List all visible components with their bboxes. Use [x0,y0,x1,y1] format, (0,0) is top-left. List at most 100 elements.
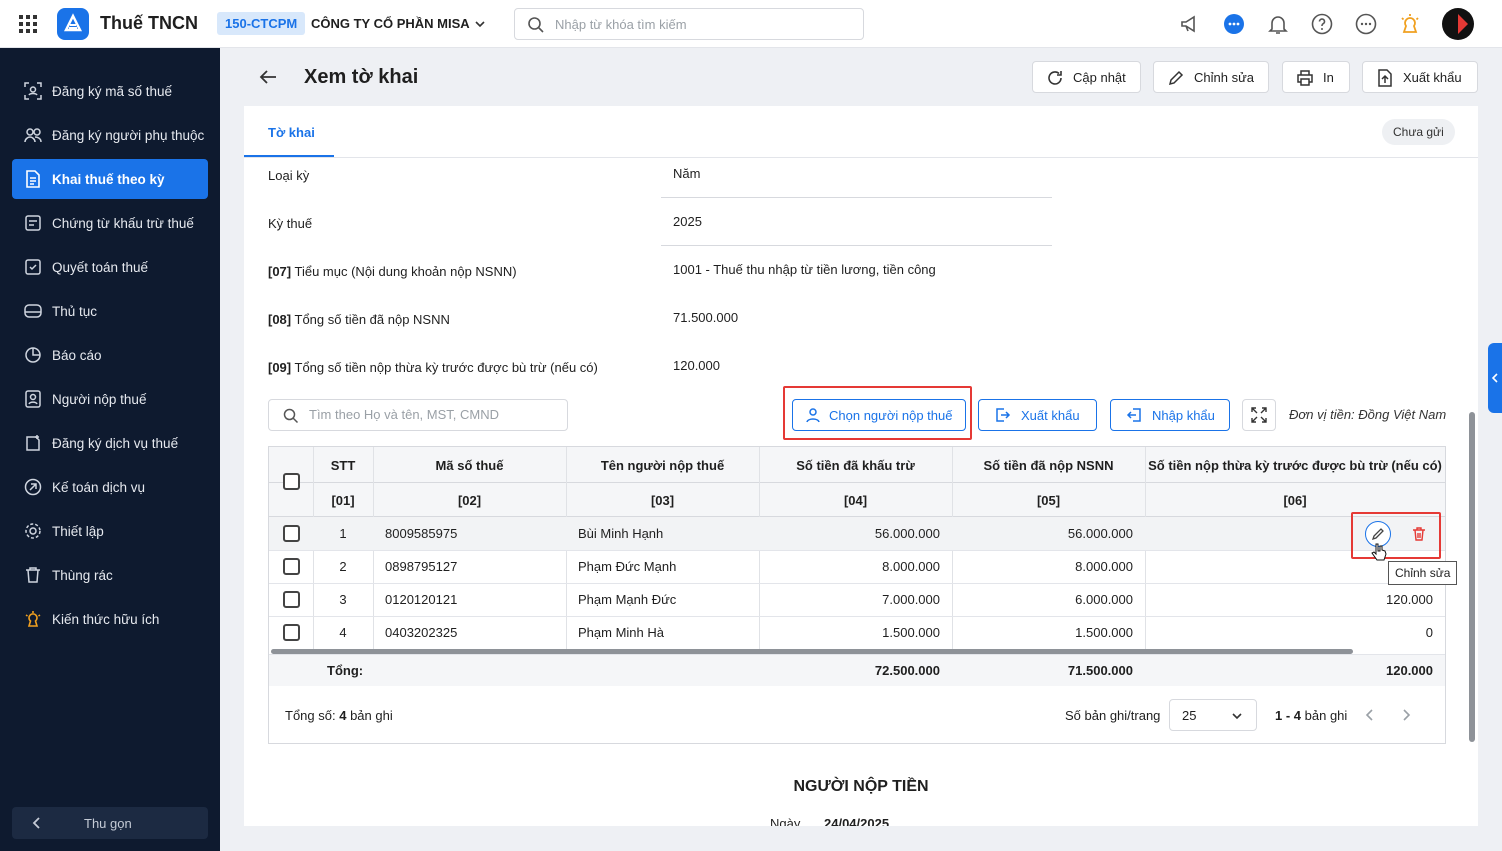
idea-icon[interactable] [1398,12,1422,36]
export-button[interactable]: Xuất khẩu [1362,61,1478,93]
sidebar-item-service-accounting[interactable]: Kế toán dịch vụ [12,467,208,507]
sidebar-item-label: Đăng ký dịch vụ thuế [52,435,179,451]
collapse-label: Thu gọn [84,816,132,831]
signature-date: 24/04/2025 [824,816,890,826]
printer-icon [1297,70,1313,86]
range-value: 1 - 4 [1275,707,1302,723]
sidebar-item-procedures[interactable]: Thủ tục [12,291,208,331]
code-01: [01] [331,492,355,508]
field-code: [09] [268,360,292,375]
print-button[interactable]: In [1282,61,1350,93]
report-icon [25,347,41,363]
sidebar-item-trash[interactable]: Thùng rác [12,555,208,595]
sidebar-item-label: Người nộp thuế [52,391,147,407]
total-withheld: 72.500.000 [874,663,940,678]
app-logo[interactable] [57,8,89,40]
company-code-badge: 150-CTCPM [217,12,306,35]
trash-icon [1413,527,1425,541]
import-button[interactable]: Nhập khẩu [1110,399,1230,431]
back-arrow-icon[interactable] [258,67,278,87]
cell-stt: 1 [339,526,347,541]
cell-withheld: 7.000.000 [882,592,940,607]
cell-name: Bùi Minh Hạnh [578,526,664,541]
sidebar-item-periodic-declaration[interactable]: Khai thuế theo kỳ [12,159,208,199]
chat-icon[interactable] [1222,12,1246,36]
header-stt[interactable]: STT [313,447,373,483]
header-paid[interactable]: Số tiền đã nộp NSNN [952,447,1145,483]
refresh-icon [1048,71,1062,85]
table-search-input[interactable] [309,407,559,422]
header-withheld[interactable]: Số tiền đã khấu trừ [759,447,952,483]
cell-stt: 4 [339,625,347,640]
cell-name: Phạm Đức Mạnh [578,559,677,574]
sidebar-item-taxpayers[interactable]: Người nộp thuế [12,379,208,419]
field-label-text: Tổng số tiền đã nộp NSNN [294,312,450,327]
apps-grid-icon[interactable] [18,14,38,34]
edit-label: Chỉnh sửa [1194,69,1255,85]
refresh-button[interactable]: Cập nhật [1032,61,1141,93]
cell-offset: 120.000 [1386,592,1433,607]
cell-stt: 2 [339,559,347,574]
help-icon[interactable] [1310,12,1334,36]
vertical-scrollbar[interactable] [1469,412,1475,742]
row-checkbox[interactable] [283,558,300,575]
edit-button[interactable]: Chỉnh sửa [1153,61,1269,93]
collapse-sidebar-button[interactable]: Thu gọn [12,807,208,839]
total-records: Tổng số: 4 bản ghi [285,699,393,731]
header-taxpayer-name[interactable]: Tên người nộp thuế [566,447,759,483]
procedure-icon [24,304,42,318]
global-search-input[interactable] [555,15,855,33]
sidebar-item-label: Báo cáo [52,347,102,363]
chevron-left-icon[interactable] [1363,707,1377,723]
sidebar-item-tax-service-registration[interactable]: Đăng ký dịch vụ thuế [12,423,208,463]
avatar[interactable] [1442,8,1474,40]
print-label: In [1323,69,1334,85]
row-checkbox[interactable] [283,591,300,608]
import-label: Nhập khẩu [1152,407,1215,423]
sidebar-item-register-tax-code[interactable]: Đăng ký mã số thuế [12,71,208,111]
sidebar-item-knowledge[interactable]: Kiến thức hữu ích [12,599,208,639]
megaphone-icon[interactable] [1178,12,1202,36]
bell-icon[interactable] [1266,12,1290,36]
chevron-down-icon[interactable] [473,17,487,31]
declaration-card: Tờ khai Chưa gửi Loại kỳ Năm Kỳ thuế 202… [244,106,1478,826]
chevron-right-icon[interactable] [1399,707,1413,723]
sidebar-item-register-dependent[interactable]: Đăng ký người phụ thuộc [12,115,208,155]
row-delete-button[interactable] [1406,521,1432,547]
table-export-label: Xuất khẩu [1021,407,1080,423]
sidebar-item-reports[interactable]: Báo cáo [12,335,208,375]
field-code: [08] [268,312,292,327]
header-tax-code[interactable]: Mã số thuế [373,447,566,483]
total-prefix: Tổng số: [285,707,336,723]
cell-offset: 0 [1425,625,1433,640]
sidebar-item-label: Kiến thức hữu ích [52,611,160,627]
side-panel-toggle[interactable] [1488,343,1502,413]
per-page-select[interactable]: 25 [1169,699,1257,731]
tab-declaration[interactable]: Tờ khai [244,106,334,158]
company-name[interactable]: CÔNG TY CỔ PHẦN MISA [311,16,470,31]
field-label-tax-period: Kỳ thuế [268,216,313,231]
more-icon[interactable] [1354,12,1378,36]
top-header: Thuế TNCN 150-CTCPM CÔNG TY CỔ PHẦN MISA [0,0,1502,48]
cell-withheld: 1.500.000 [882,625,940,640]
sidebar-item-withholding-voucher[interactable]: Chứng từ khấu trừ thuế [12,203,208,243]
field-label-text: Tiểu mục (Nội dung khoản nộp NSNN) [294,264,517,279]
table-export-button[interactable]: Xuất khẩu [978,399,1097,431]
page-title: Xem tờ khai [304,66,419,88]
table-search [268,399,568,431]
row-checkbox[interactable] [283,624,300,641]
sidebar-item-label: Đăng ký người phụ thuộc [52,127,205,143]
select-all-checkbox[interactable] [283,473,300,490]
receipt-icon [25,215,41,231]
fullscreen-button[interactable] [1242,399,1276,431]
cell-paid: 1.500.000 [1075,625,1133,640]
refresh-label: Cập nhật [1073,69,1126,85]
sidebar-item-label: Kế toán dịch vụ [52,479,146,495]
choose-taxpayer-button[interactable]: Chọn người nộp thuế [792,399,966,431]
sidebar-item-settings[interactable]: Thiết lập [12,511,208,551]
total-paid: 71.500.000 [1067,663,1133,678]
sidebar-item-tax-settlement[interactable]: Quyết toán thuế [12,247,208,287]
row-checkbox[interactable] [283,525,300,542]
cell-stt: 3 [339,592,347,607]
header-offset[interactable]: Số tiền nộp thừa kỳ trước được bù trừ (n… [1145,447,1445,483]
